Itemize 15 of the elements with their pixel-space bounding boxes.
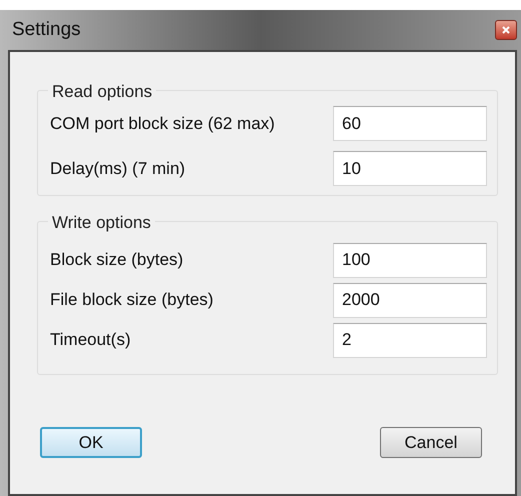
field-label: Delay(ms) (7 min) xyxy=(50,158,186,180)
input-field[interactable]: 60 xyxy=(333,106,487,141)
close-icon xyxy=(501,25,511,35)
field-label: COM port block size (62 max) xyxy=(50,112,276,135)
field-label: Timeout(s) xyxy=(50,329,132,352)
window-title: Settings xyxy=(12,18,81,42)
input-field[interactable]: 10 xyxy=(333,151,487,186)
input-field[interactable]: 2000 xyxy=(333,282,487,318)
dialog-button[interactable]: OK xyxy=(40,427,142,458)
input-field[interactable]: 100 xyxy=(333,242,487,278)
field-label: Block size (bytes) xyxy=(50,249,184,272)
close-button[interactable] xyxy=(495,20,517,40)
input-field[interactable]: 2 xyxy=(333,322,487,358)
dialog-button[interactable]: Cancel xyxy=(380,427,482,458)
field-label: File block size (bytes) xyxy=(50,289,214,312)
